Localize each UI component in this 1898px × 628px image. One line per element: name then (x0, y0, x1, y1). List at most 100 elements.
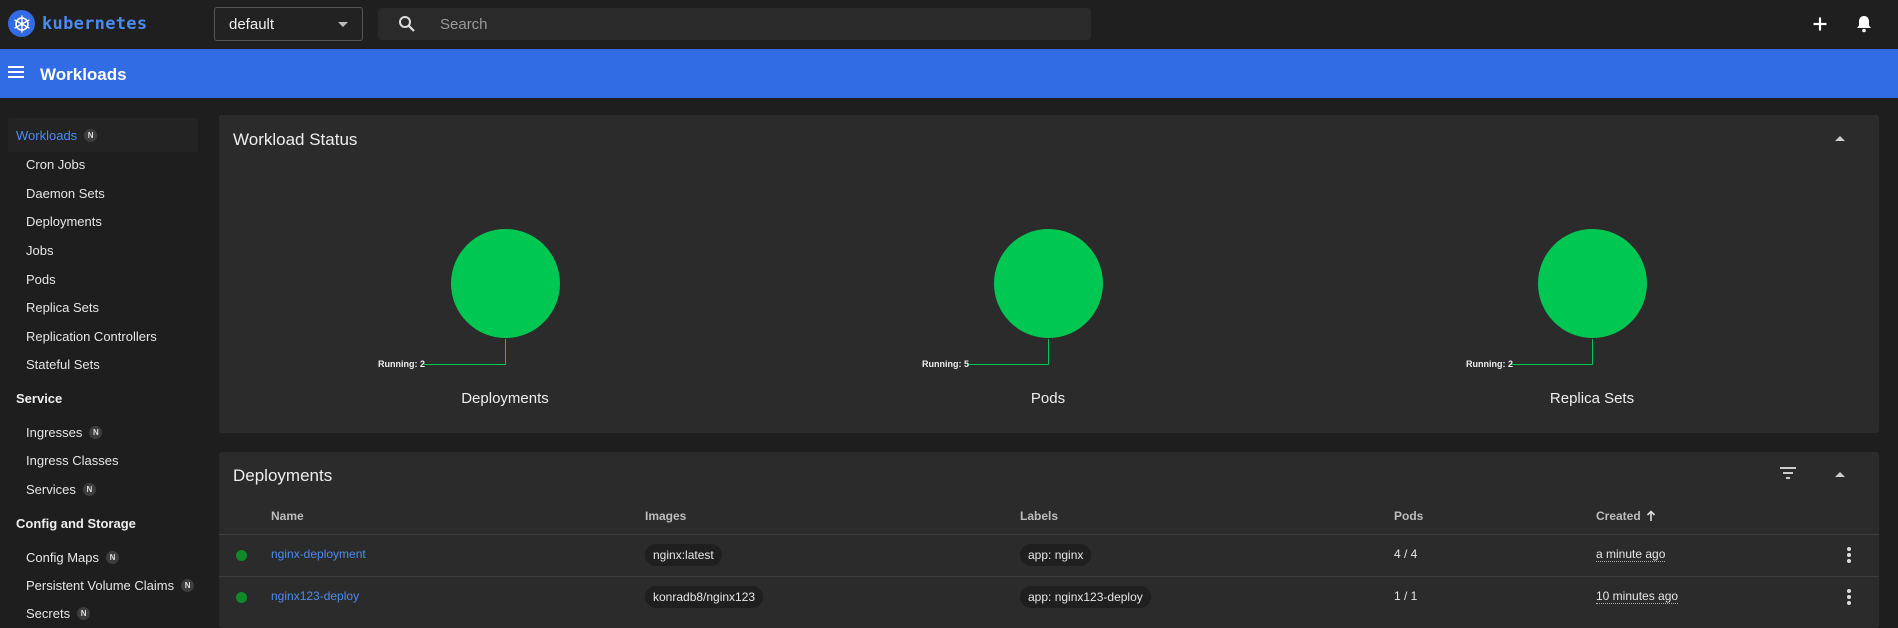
status-running-icon (236, 592, 247, 603)
create-button[interactable] (1808, 12, 1832, 36)
sidebar-section-config-and-storage[interactable]: Config and Storage (16, 516, 136, 531)
sidebar-item-ingress-classes[interactable]: Ingress Classes (26, 453, 118, 468)
running-count-label: Running: 5 (922, 359, 969, 369)
label-chip: app: nginx123-deploy (1020, 586, 1151, 608)
new-badge: N (105, 551, 119, 564)
column-header-label: Created (1596, 509, 1641, 523)
new-badge: N (77, 607, 91, 620)
chart-label: Pods (1030, 390, 1066, 407)
sidebar-item-label: Workloads (16, 127, 78, 143)
chart-label: Replica Sets (1549, 390, 1635, 407)
sidebar-item-daemon-sets[interactable]: Daemon Sets (26, 186, 105, 201)
logo-text: kubernetes (42, 13, 148, 34)
filter-icon[interactable] (1779, 466, 1797, 485)
search-input[interactable] (440, 8, 1080, 40)
search-bar[interactable] (378, 8, 1091, 40)
sidebar-item-pods[interactable]: Pods (26, 272, 56, 287)
sidebar-item-replication-controllers[interactable]: Replication Controllers (26, 329, 157, 344)
row-actions-menu-icon[interactable] (1847, 589, 1851, 605)
deployment-name-link[interactable]: nginx-deployment (271, 547, 366, 561)
created-time: a minute ago (1596, 547, 1666, 562)
leader-line (1592, 339, 1593, 365)
sidebar-item-deployments[interactable]: Deployments (26, 214, 102, 229)
column-header-pods: Pods (1394, 509, 1424, 523)
leader-line (505, 339, 506, 365)
running-count-label: Running: 2 (378, 359, 425, 369)
sidebar-item-ingresses[interactable]: Ingresses N (26, 425, 103, 440)
sidebar-item-stateful-sets[interactable]: Stateful Sets (26, 357, 100, 372)
chart-label: Deployments (461, 390, 549, 407)
deployment-name-link[interactable]: nginx123-deploy (271, 589, 359, 603)
sidebar-item-persistent-volume-claims[interactable]: Persistent Volume Claims N (26, 578, 195, 593)
status-running-icon (236, 550, 247, 561)
sidebar-item-label: Secrets (26, 606, 71, 621)
workload-status-card: Workload Status Running: 2 Deployments R… (219, 115, 1879, 433)
running-donut (1538, 229, 1647, 338)
search-icon (398, 15, 416, 38)
new-badge: N (82, 483, 96, 496)
running-donut (451, 229, 560, 338)
kubernetes-logo[interactable]: kubernetes (8, 10, 147, 37)
leader-line (967, 364, 1049, 365)
deployments-card: Deployments Name Images Labels Pods Crea… (219, 452, 1879, 628)
new-badge: N (84, 128, 98, 142)
new-badge: N (89, 426, 103, 439)
card-title: Deployments (233, 466, 333, 485)
sidebar-item-jobs[interactable]: Jobs (26, 243, 53, 258)
sidebar-section-service[interactable]: Service (16, 391, 62, 406)
column-header-name[interactable]: Name (271, 509, 304, 523)
sidebar-item-label: Replication Controllers (26, 329, 157, 344)
pods-count: 1 / 1 (1394, 589, 1418, 603)
column-header-created[interactable]: Created (1596, 509, 1657, 523)
image-chip: konradb8/nginx123 (645, 586, 764, 608)
sidebar-item-label: Config Maps (26, 550, 99, 565)
column-header-images: Images (645, 509, 687, 523)
sidebar-item-services[interactable]: Services N (26, 482, 96, 497)
collapse-icon[interactable] (1835, 136, 1845, 141)
sidebar-item-workloads[interactable]: Workloads N (8, 118, 198, 152)
table-row: nginx-deployment nginx:latest app: nginx… (219, 534, 1879, 576)
top-bar: kubernetes default (0, 0, 1898, 49)
new-badge: N (181, 579, 195, 592)
sidebar-item-secrets[interactable]: Secrets N (26, 606, 91, 621)
pods-count: 4 / 4 (1394, 547, 1418, 561)
sidebar-item-label: Jobs (26, 243, 54, 258)
sidebar-item-label: Services (26, 482, 76, 497)
sort-ascending-icon (1646, 510, 1655, 521)
running-donut (994, 229, 1103, 338)
sidebar-item-label: Replica Sets (26, 300, 99, 315)
helm-wheel-icon (8, 10, 35, 37)
sidebar: Workloads N Cron Jobs Daemon Sets Deploy… (0, 98, 200, 628)
image-chip: nginx:latest (645, 544, 722, 566)
sidebar-item-replica-sets[interactable]: Replica Sets (26, 300, 99, 315)
sidebar-item-label: Deployments (26, 214, 102, 229)
namespace-select[interactable]: default (214, 7, 363, 41)
notifications-button[interactable] (1852, 12, 1876, 36)
sidebar-item-label: Stateful Sets (26, 357, 100, 372)
dropdown-caret-icon (338, 22, 348, 27)
column-header-labels: Labels (1020, 509, 1059, 523)
leader-line (1048, 339, 1049, 365)
plus-icon (1813, 17, 1827, 31)
sidebar-item-label: Pods (26, 272, 56, 287)
sidebar-item-label: Persistent Volume Claims (26, 578, 175, 593)
table-row: nginx123-deploy konradb8/nginx123 app: n… (219, 576, 1879, 618)
row-actions-menu-icon[interactable] (1847, 547, 1851, 563)
sidebar-item-config-maps[interactable]: Config Maps N (26, 550, 119, 565)
leader-line (424, 364, 506, 365)
leader-line (1511, 364, 1593, 365)
page-title: Workloads (40, 65, 127, 84)
sidebar-item-label: Ingress Classes (26, 453, 119, 468)
label-chip: app: nginx (1020, 544, 1092, 566)
namespace-value: default (229, 15, 275, 33)
hamburger-menu-icon[interactable] (7, 63, 25, 86)
collapse-icon[interactable] (1835, 472, 1845, 477)
bell-icon (1857, 16, 1871, 33)
sidebar-item-label: Daemon Sets (26, 186, 105, 201)
running-count-label: Running: 2 (1466, 359, 1513, 369)
page-header: Workloads (0, 49, 1898, 98)
created-time: 10 minutes ago (1596, 589, 1679, 604)
card-title: Workload Status (233, 130, 358, 149)
sidebar-item-label: Ingresses (26, 425, 83, 440)
sidebar-item-cron-jobs[interactable]: Cron Jobs (26, 157, 85, 172)
